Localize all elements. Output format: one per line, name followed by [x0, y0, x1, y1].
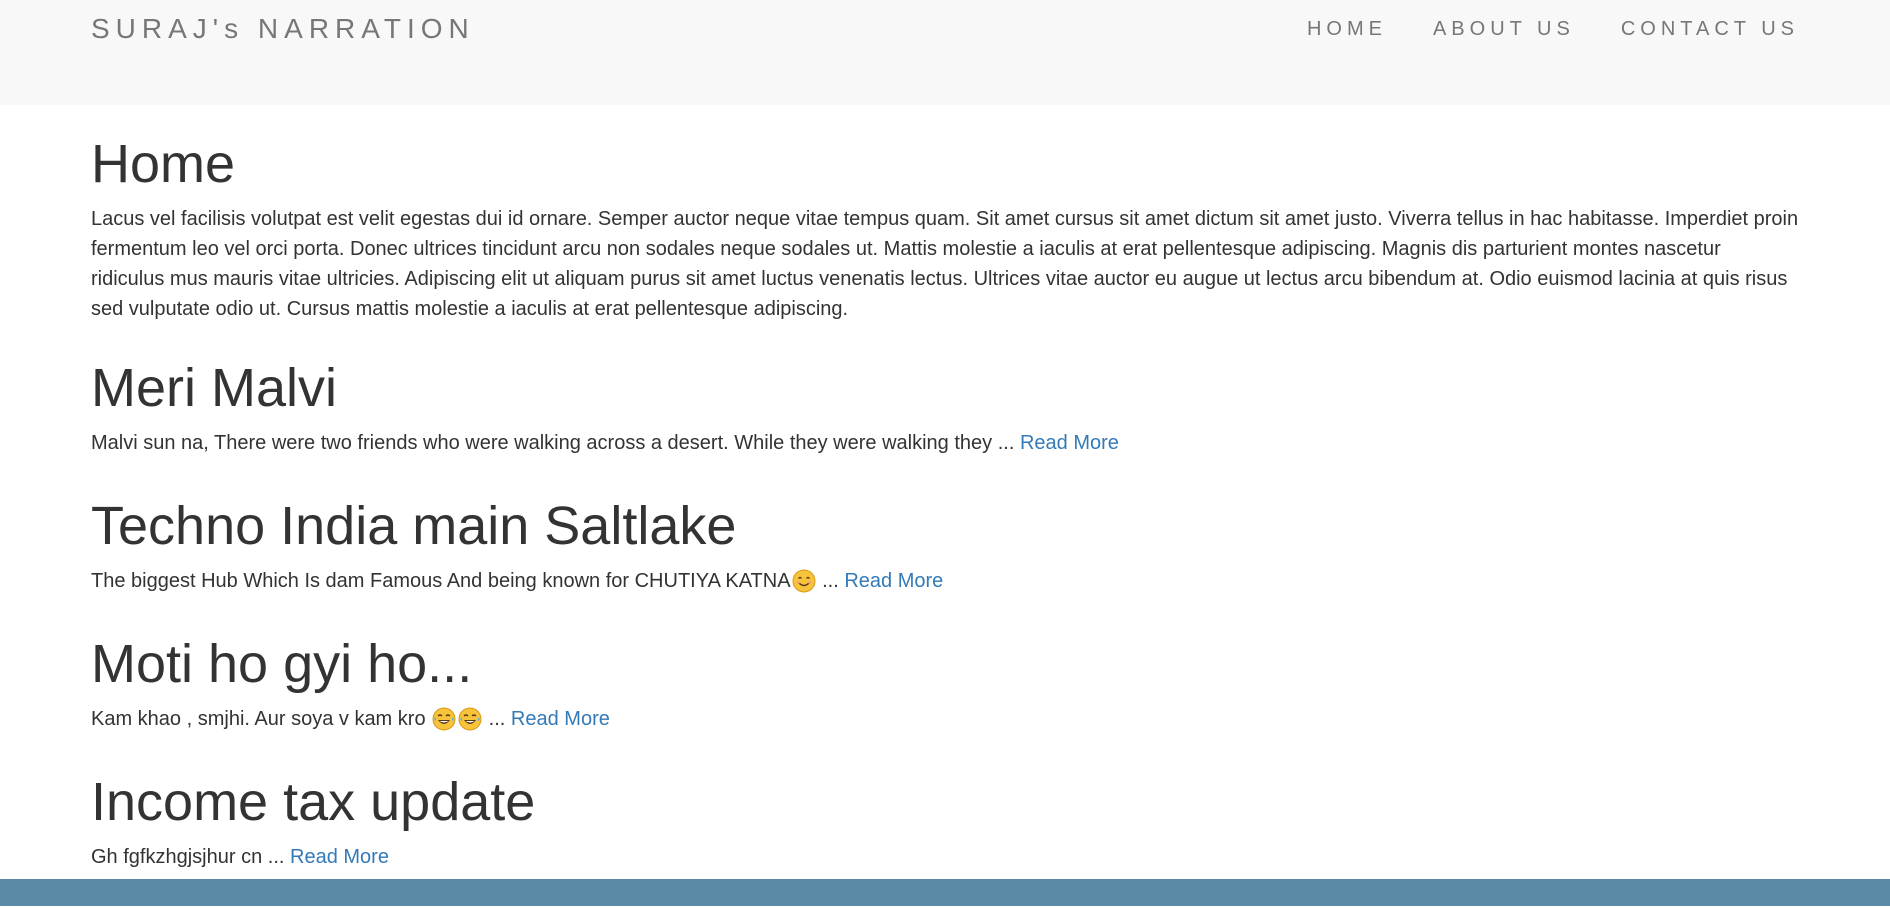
- ellipsis: ...: [816, 570, 845, 592]
- nav-link-contact-us[interactable]: CONTACT US: [1621, 16, 1799, 42]
- ellipsis: ...: [262, 846, 290, 868]
- read-more-link[interactable]: Read More: [511, 708, 610, 730]
- home-text: Lacus vel facilisis volutpat est velit e…: [91, 208, 1799, 320]
- post-title: Techno India main Saltlake: [91, 496, 737, 556]
- nav-link-about-us[interactable]: ABOUT US: [1433, 16, 1575, 42]
- home-title: Home: [91, 134, 236, 194]
- smiling-face-icon: [792, 569, 816, 593]
- post-title: Meri Malvi: [91, 358, 338, 418]
- post-excerpt-line: Kam khao , smjhi. Aur soya v kam kro ...…: [91, 704, 1799, 734]
- post-item: Techno India main Saltlake The biggest H…: [91, 494, 1799, 596]
- tears-of-joy-icon: [432, 707, 456, 731]
- post-excerpt-line: Malvi sun na, There were two friends who…: [91, 428, 1799, 458]
- post-excerpt-line: Gh fgfkzhgjsjhur cn ... Read More: [91, 842, 1799, 872]
- read-more-link[interactable]: Read More: [1020, 432, 1119, 454]
- ellipsis: ...: [483, 708, 511, 730]
- site-brand[interactable]: SURAJ's NARRATION: [91, 12, 475, 46]
- ellipsis: ...: [992, 432, 1020, 454]
- main-content: Home Lacus vel facilisis volutpat est ve…: [91, 132, 1799, 908]
- post-title: Income tax update: [91, 772, 536, 832]
- nav-menu: HOME ABOUT US CONTACT US: [1307, 16, 1799, 42]
- post-item: Moti ho gyi ho... Kam khao , smjhi. Aur …: [91, 632, 1799, 734]
- post-excerpt-line: The biggest Hub Which Is dam Famous And …: [91, 566, 1799, 596]
- footer-bar: [0, 879, 1890, 906]
- post-excerpt: Gh fgfkzhgjsjhur cn: [91, 846, 263, 868]
- post-item: Meri Malvi Malvi sun na, There were two …: [91, 356, 1799, 458]
- post-item: Income tax update Gh fgfkzhgjsjhur cn ..…: [91, 770, 1799, 872]
- post-excerpt: Kam khao , smjhi. Aur soya v kam kro: [91, 708, 432, 730]
- navbar: SURAJ's NARRATION HOME ABOUT US CONTACT …: [0, 0, 1890, 105]
- post-title: Moti ho gyi ho...: [91, 634, 473, 694]
- post-excerpt: Malvi sun na, There were two friends who…: [91, 432, 993, 454]
- read-more-link[interactable]: Read More: [290, 846, 389, 868]
- tears-of-joy-icon: [458, 707, 482, 731]
- post-excerpt: The biggest Hub Which Is dam Famous And …: [91, 570, 791, 592]
- nav-link-home[interactable]: HOME: [1307, 16, 1387, 42]
- home-section: Home Lacus vel facilisis volutpat est ve…: [91, 132, 1799, 324]
- read-more-link[interactable]: Read More: [844, 570, 943, 592]
